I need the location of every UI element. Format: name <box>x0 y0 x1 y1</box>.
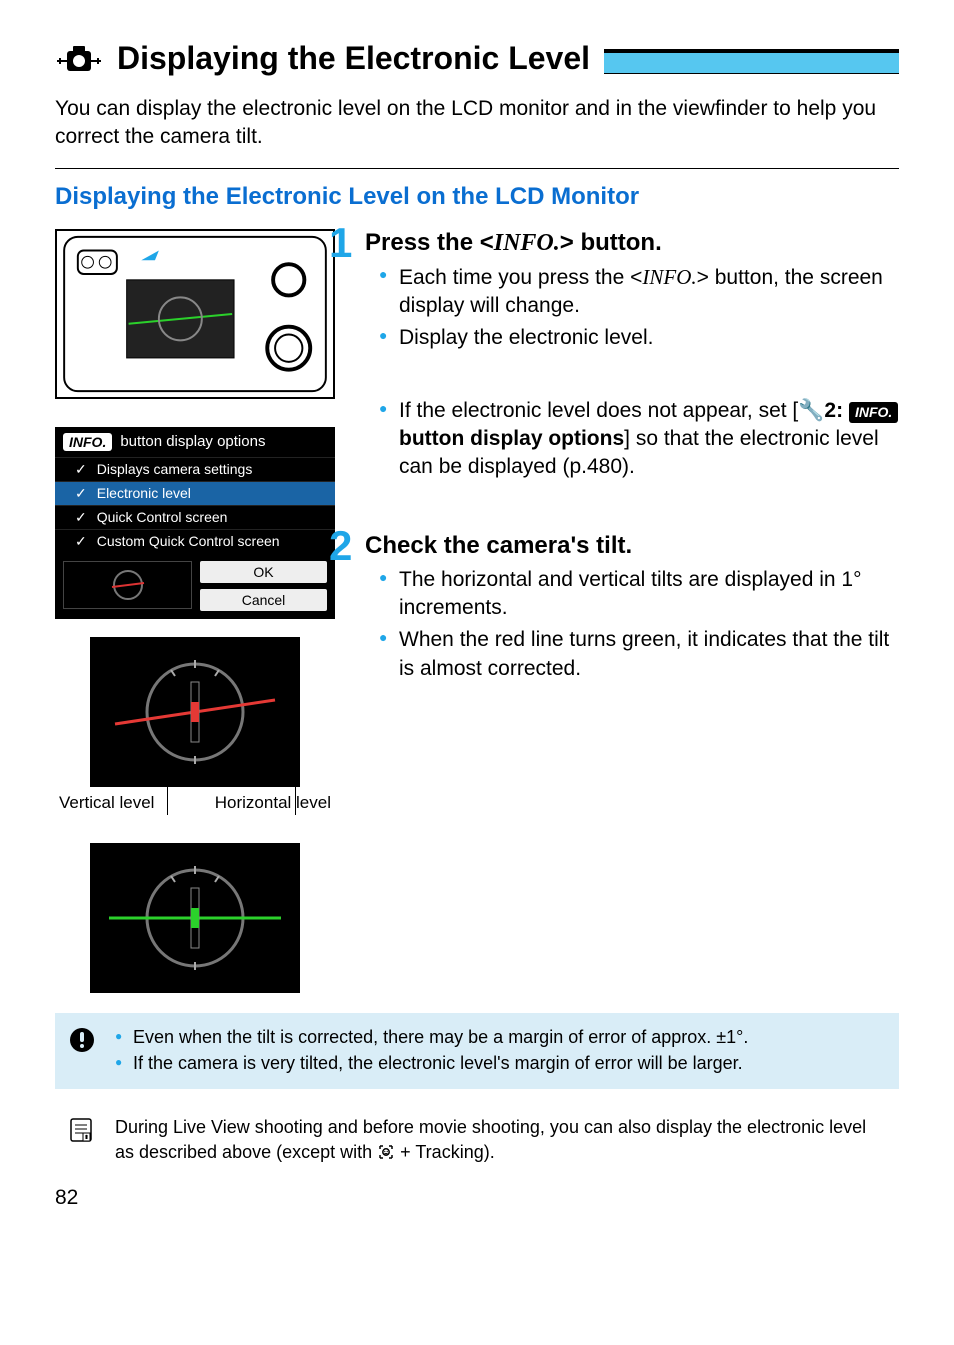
step2-title: Check the camera's tilt. <box>365 532 899 560</box>
step2-bullet: When the red line turns green, it indica… <box>379 626 899 683</box>
horizontal-level-label: Horizontal level <box>215 793 331 813</box>
camera-back-illustration <box>55 229 335 399</box>
step1-title: Press the <INFO.> button. <box>365 229 899 257</box>
note-icon <box>69 1115 97 1164</box>
info-button-options-menu: INFO. button display options ✓Displays c… <box>55 427 335 619</box>
electronic-level-corrected <box>90 843 300 993</box>
info-badge-inline: INFO. <box>849 402 898 423</box>
menu-preview-thumb <box>63 561 192 609</box>
menu-item: ✓Custom Quick Control screen <box>55 529 335 553</box>
caution-note: Even when the tilt is corrected, there m… <box>55 1013 899 1090</box>
page-title: Displaying the Electronic Level <box>117 40 590 77</box>
divider <box>55 168 899 169</box>
electronic-level-tilted <box>90 637 300 787</box>
face-tracking-icon <box>377 1143 395 1161</box>
note-text: During Live View shooting and before mov… <box>115 1115 885 1164</box>
menu-cancel-button: Cancel <box>200 589 327 611</box>
step1-bullet: Display the electronic level. <box>379 324 899 352</box>
step2-bullet: The horizontal and vertical tilts are di… <box>379 566 899 623</box>
menu-item: ✓Displays camera settings <box>55 457 335 481</box>
callout-line-horizontal <box>295 709 296 815</box>
camera-level-icon <box>55 41 103 77</box>
intro-text: You can display the electronic level on … <box>55 95 899 152</box>
caution-icon <box>69 1025 97 1078</box>
callout-line-vertical <box>167 785 168 815</box>
menu-item: ✓Quick Control screen <box>55 505 335 529</box>
info-badge: INFO. <box>63 433 112 451</box>
step1-bullet: If the electronic level does not appear,… <box>379 397 899 482</box>
section-heading: Displaying the Electronic Level on the L… <box>55 183 899 211</box>
menu-title: button display options <box>120 433 265 450</box>
note-bullet: If the camera is very tilted, the electr… <box>115 1051 748 1075</box>
vertical-level-label: Vertical level <box>59 793 154 813</box>
info-note: During Live View shooting and before mov… <box>55 1103 899 1176</box>
step-number-2: 2 <box>329 522 352 570</box>
title-accent-bar <box>604 49 899 74</box>
step1-bullet: Each time you press the <INFO.> button, … <box>379 263 899 321</box>
menu-item-selected: ✓Electronic level <box>55 481 335 505</box>
note-bullet: Even when the tilt is corrected, there m… <box>115 1025 748 1049</box>
menu-ok-button: OK <box>200 561 327 583</box>
step-number-1: 1 <box>329 219 352 267</box>
page-number: 82 <box>55 1186 899 1210</box>
